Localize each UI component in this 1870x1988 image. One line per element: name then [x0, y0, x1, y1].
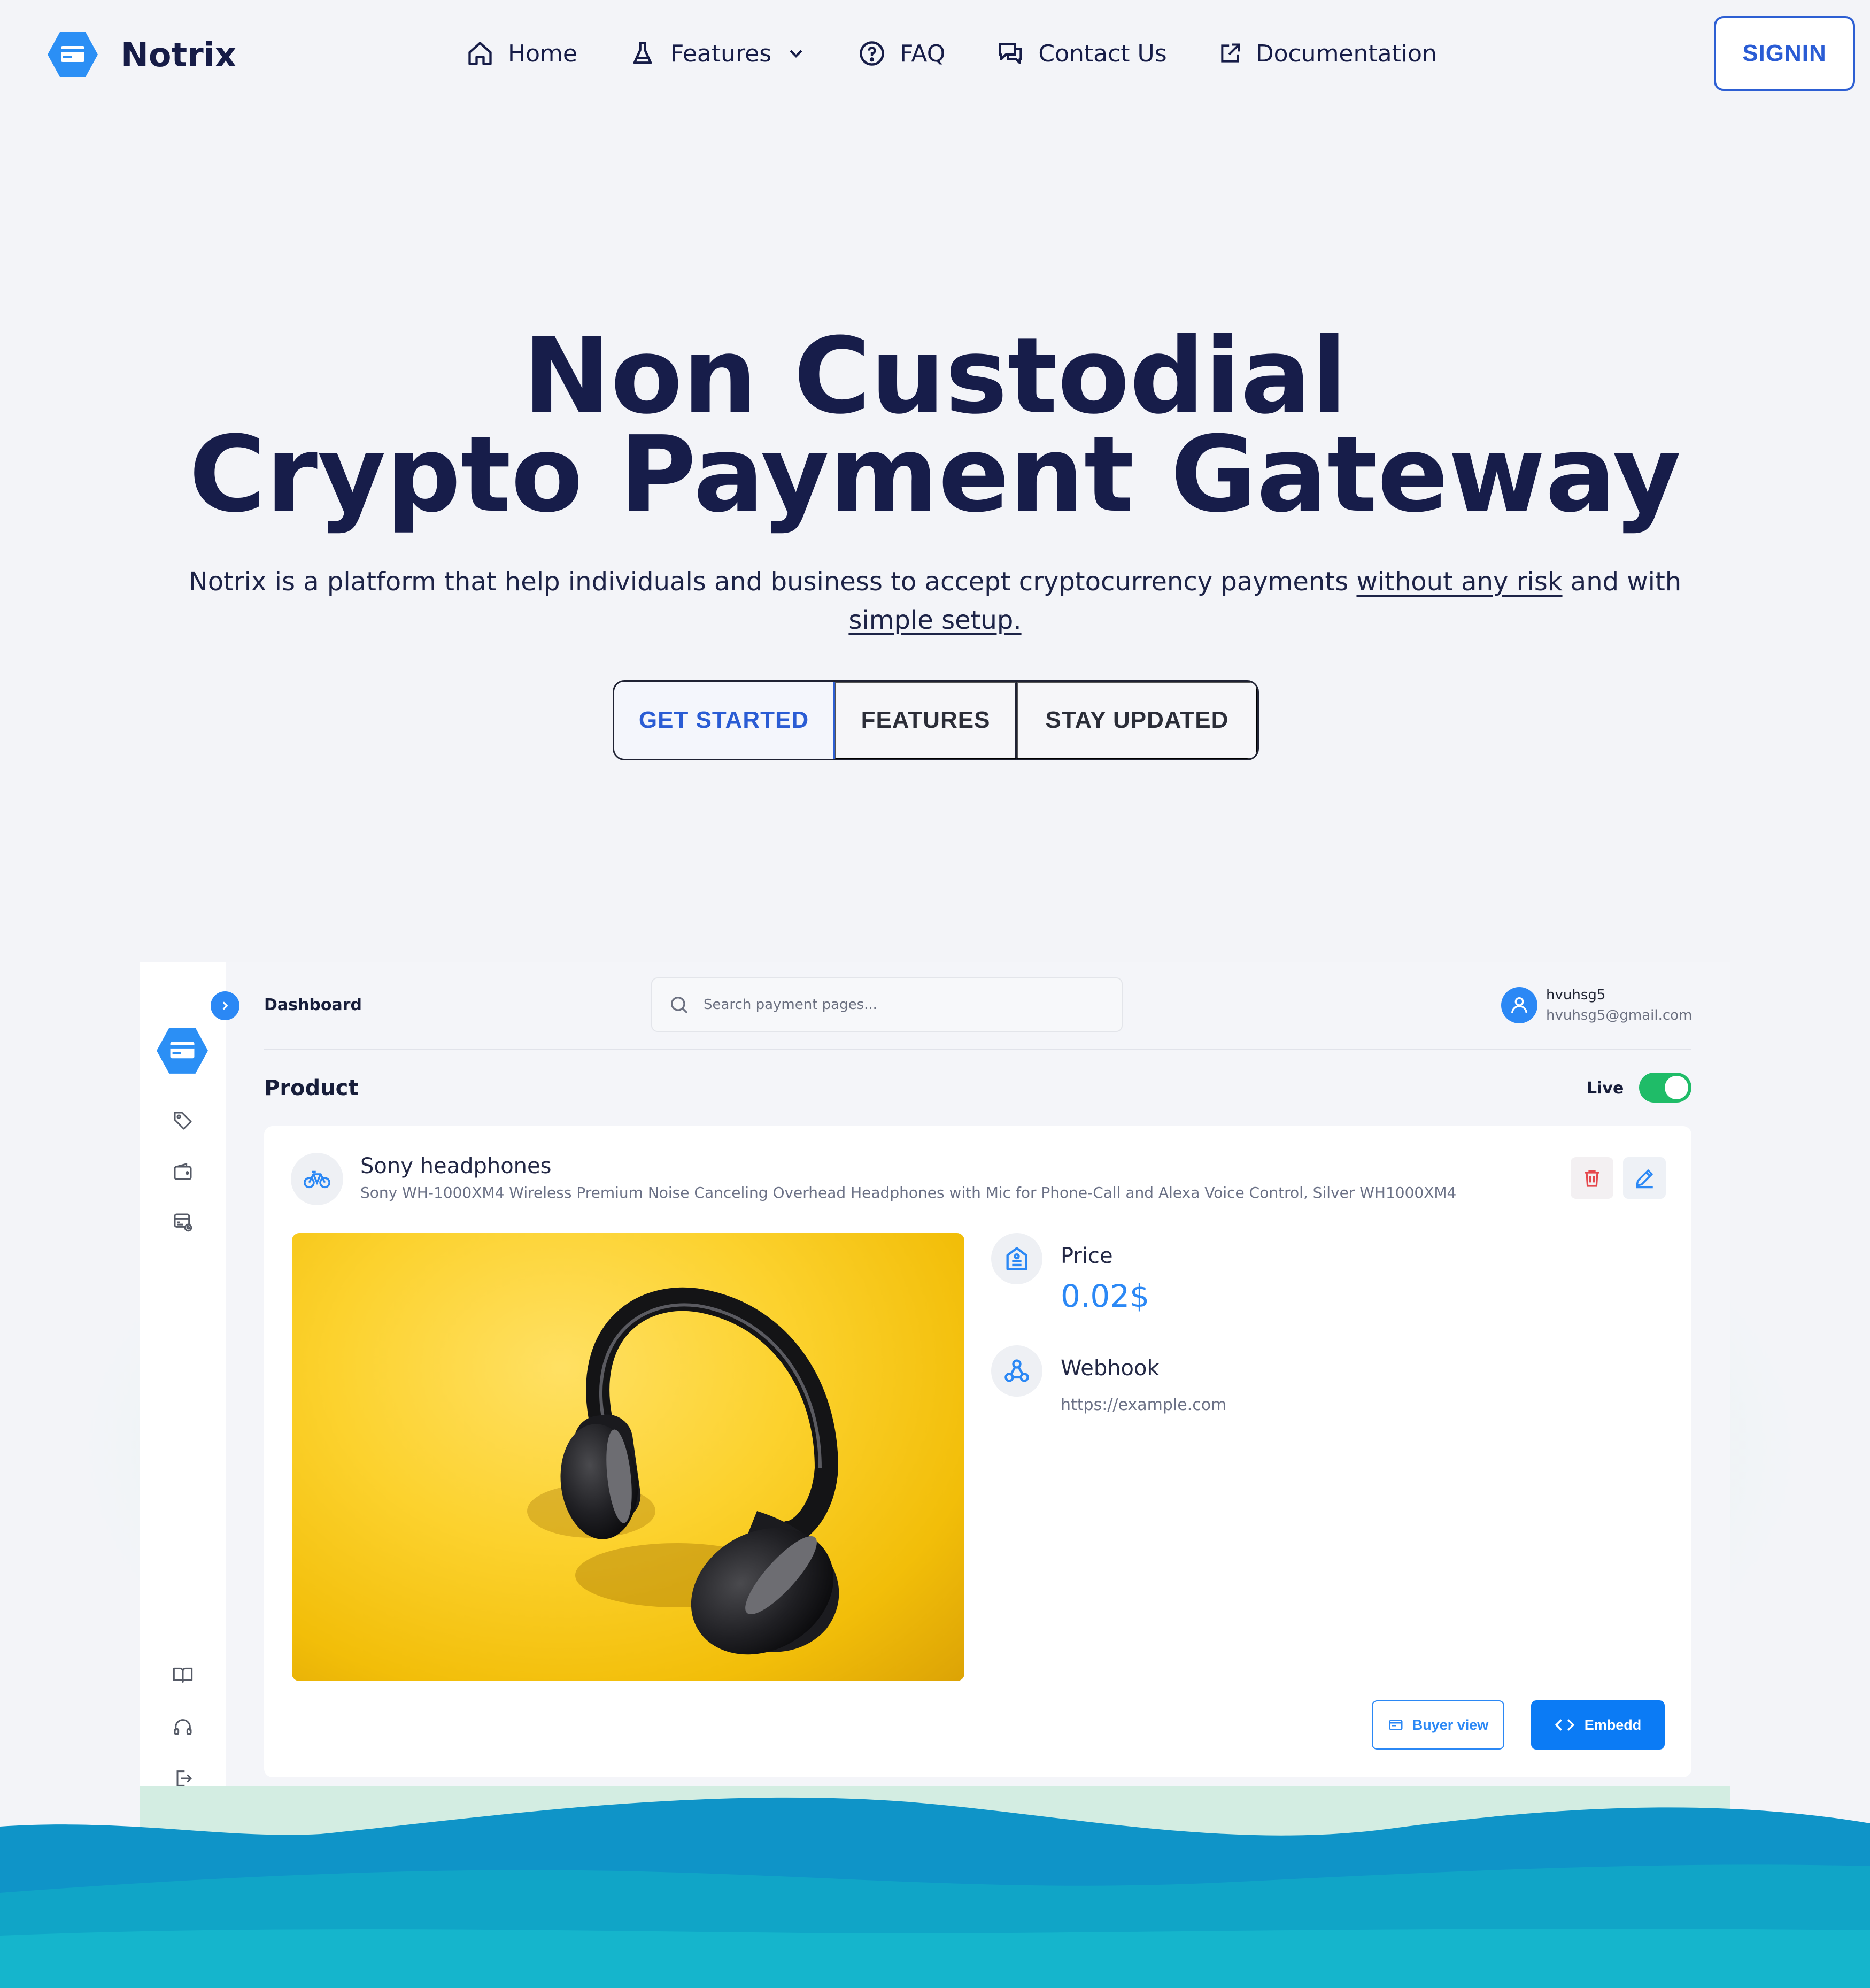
nav-home-label: Home [508, 40, 577, 67]
nav-features[interactable]: Features [629, 40, 807, 67]
tag-icon[interactable] [172, 1110, 194, 1131]
signin-button[interactable]: SIGNIN [1714, 16, 1855, 91]
user-email: hvuhsg5@gmail.com [1546, 1007, 1693, 1023]
trash-icon [1585, 1170, 1599, 1187]
search-box[interactable] [651, 977, 1123, 1032]
get-started-button[interactable]: GET STARTED [614, 682, 835, 759]
notrix-logo-icon [48, 32, 98, 77]
delete-button[interactable] [1571, 1157, 1613, 1199]
live-toggle[interactable] [1639, 1073, 1691, 1103]
product-name: Sony headphones [360, 1154, 552, 1178]
edit-button[interactable] [1623, 1157, 1666, 1199]
features-button[interactable]: FEATURES [835, 682, 1017, 759]
webhook-badge [991, 1345, 1042, 1397]
webhook-url: https://example.com [1061, 1396, 1227, 1414]
stay-updated-button[interactable]: STAY UPDATED [1017, 682, 1257, 759]
browser-icon [1389, 1720, 1403, 1730]
brand-name: Notrix [121, 35, 236, 74]
hero-subtitle: Notrix is a platform that help individua… [160, 563, 1710, 639]
user-info: hvuhsg5 hvuhsg5@gmail.com [1546, 985, 1692, 1026]
nav-contact[interactable]: Contact Us [996, 40, 1167, 67]
book-icon[interactable] [172, 1664, 194, 1685]
nav-contact-label: Contact Us [1038, 40, 1167, 67]
flask-icon [633, 42, 652, 64]
search-icon [671, 997, 688, 1014]
price-value: 0.02$ [1061, 1278, 1150, 1314]
toggle-knob [1665, 1076, 1688, 1099]
header-divider [264, 1049, 1691, 1050]
home-icon [468, 42, 492, 65]
external-link-icon [1221, 43, 1240, 63]
without-risk-link[interactable]: without any risk [1356, 567, 1562, 597]
webhook-label: Webhook [1061, 1356, 1160, 1381]
user-icon [1511, 997, 1527, 1014]
chevron-down-icon [790, 50, 802, 58]
wallet-icon[interactable] [172, 1161, 194, 1183]
embed-button[interactable]: Embedd [1531, 1700, 1665, 1750]
footer-waves [0, 1786, 1870, 1988]
hero-button-group: GET STARTED FEATURES STAY UPDATED [613, 680, 1259, 760]
chat-bubbles-icon [999, 43, 1023, 64]
brand-logo-link[interactable]: Notrix [47, 31, 236, 78]
section-title: Product [264, 1076, 359, 1100]
price-tag-icon [1006, 1247, 1027, 1270]
simple-setup-link[interactable]: simple setup. [848, 605, 1021, 635]
hero-subtitle-text-2: and with [1562, 567, 1682, 597]
product-type-badge [291, 1153, 343, 1205]
embed-label: Embedd [1584, 1716, 1642, 1733]
nav-faq-label: FAQ [900, 40, 946, 67]
webhook-icon [1004, 1359, 1029, 1382]
buyer-view-label: Buyer view [1412, 1716, 1489, 1733]
headphones-icon [527, 1287, 839, 1655]
user-name: hvuhsg5 [1546, 987, 1606, 1003]
price-badge [991, 1233, 1042, 1284]
nav-features-label: Features [670, 40, 772, 67]
price-label: Price [1061, 1244, 1113, 1268]
hero-title-line2: Crypto Payment Gateway [189, 414, 1681, 536]
headset-icon[interactable] [172, 1716, 194, 1738]
sidebar-logo-icon [157, 1028, 208, 1074]
sidebar-collapse-button[interactable] [211, 991, 239, 1020]
product-image [292, 1233, 964, 1681]
hero-title-line1: Non Custodial [523, 315, 1347, 437]
nav-faq[interactable]: FAQ [858, 40, 945, 67]
nav-documentation[interactable]: Documentation [1218, 40, 1437, 67]
dashboard-sidebar [140, 962, 226, 1797]
gateway-settings-icon[interactable] [172, 1212, 194, 1233]
hero-subtitle-text: Notrix is a platform that help individua… [188, 567, 1357, 597]
nav-home[interactable]: Home [466, 40, 577, 67]
live-label: Live [1587, 1079, 1624, 1098]
user-profile[interactable]: hvuhsg5 hvuhsg5@gmail.com [1501, 985, 1692, 1026]
pencil-icon [1636, 1169, 1653, 1189]
buyer-view-button[interactable]: Buyer view [1372, 1700, 1504, 1750]
hero-title: Non Custodial Crypto Payment Gateway [0, 315, 1870, 536]
search-input[interactable] [702, 996, 1079, 1013]
nav-documentation-label: Documentation [1255, 40, 1437, 67]
dashboard-title: Dashboard [264, 996, 362, 1014]
question-circle-icon [860, 41, 884, 66]
bicycle-icon [304, 1170, 330, 1189]
avatar [1501, 987, 1537, 1023]
main-nav: Home Features FAQ Contact Us Documentati… [466, 34, 1437, 73]
chevron-right-icon [222, 1001, 228, 1010]
code-icon [1555, 1719, 1575, 1731]
product-description: Sony WH-1000XM4 Wireless Premium Noise C… [360, 1184, 1457, 1201]
